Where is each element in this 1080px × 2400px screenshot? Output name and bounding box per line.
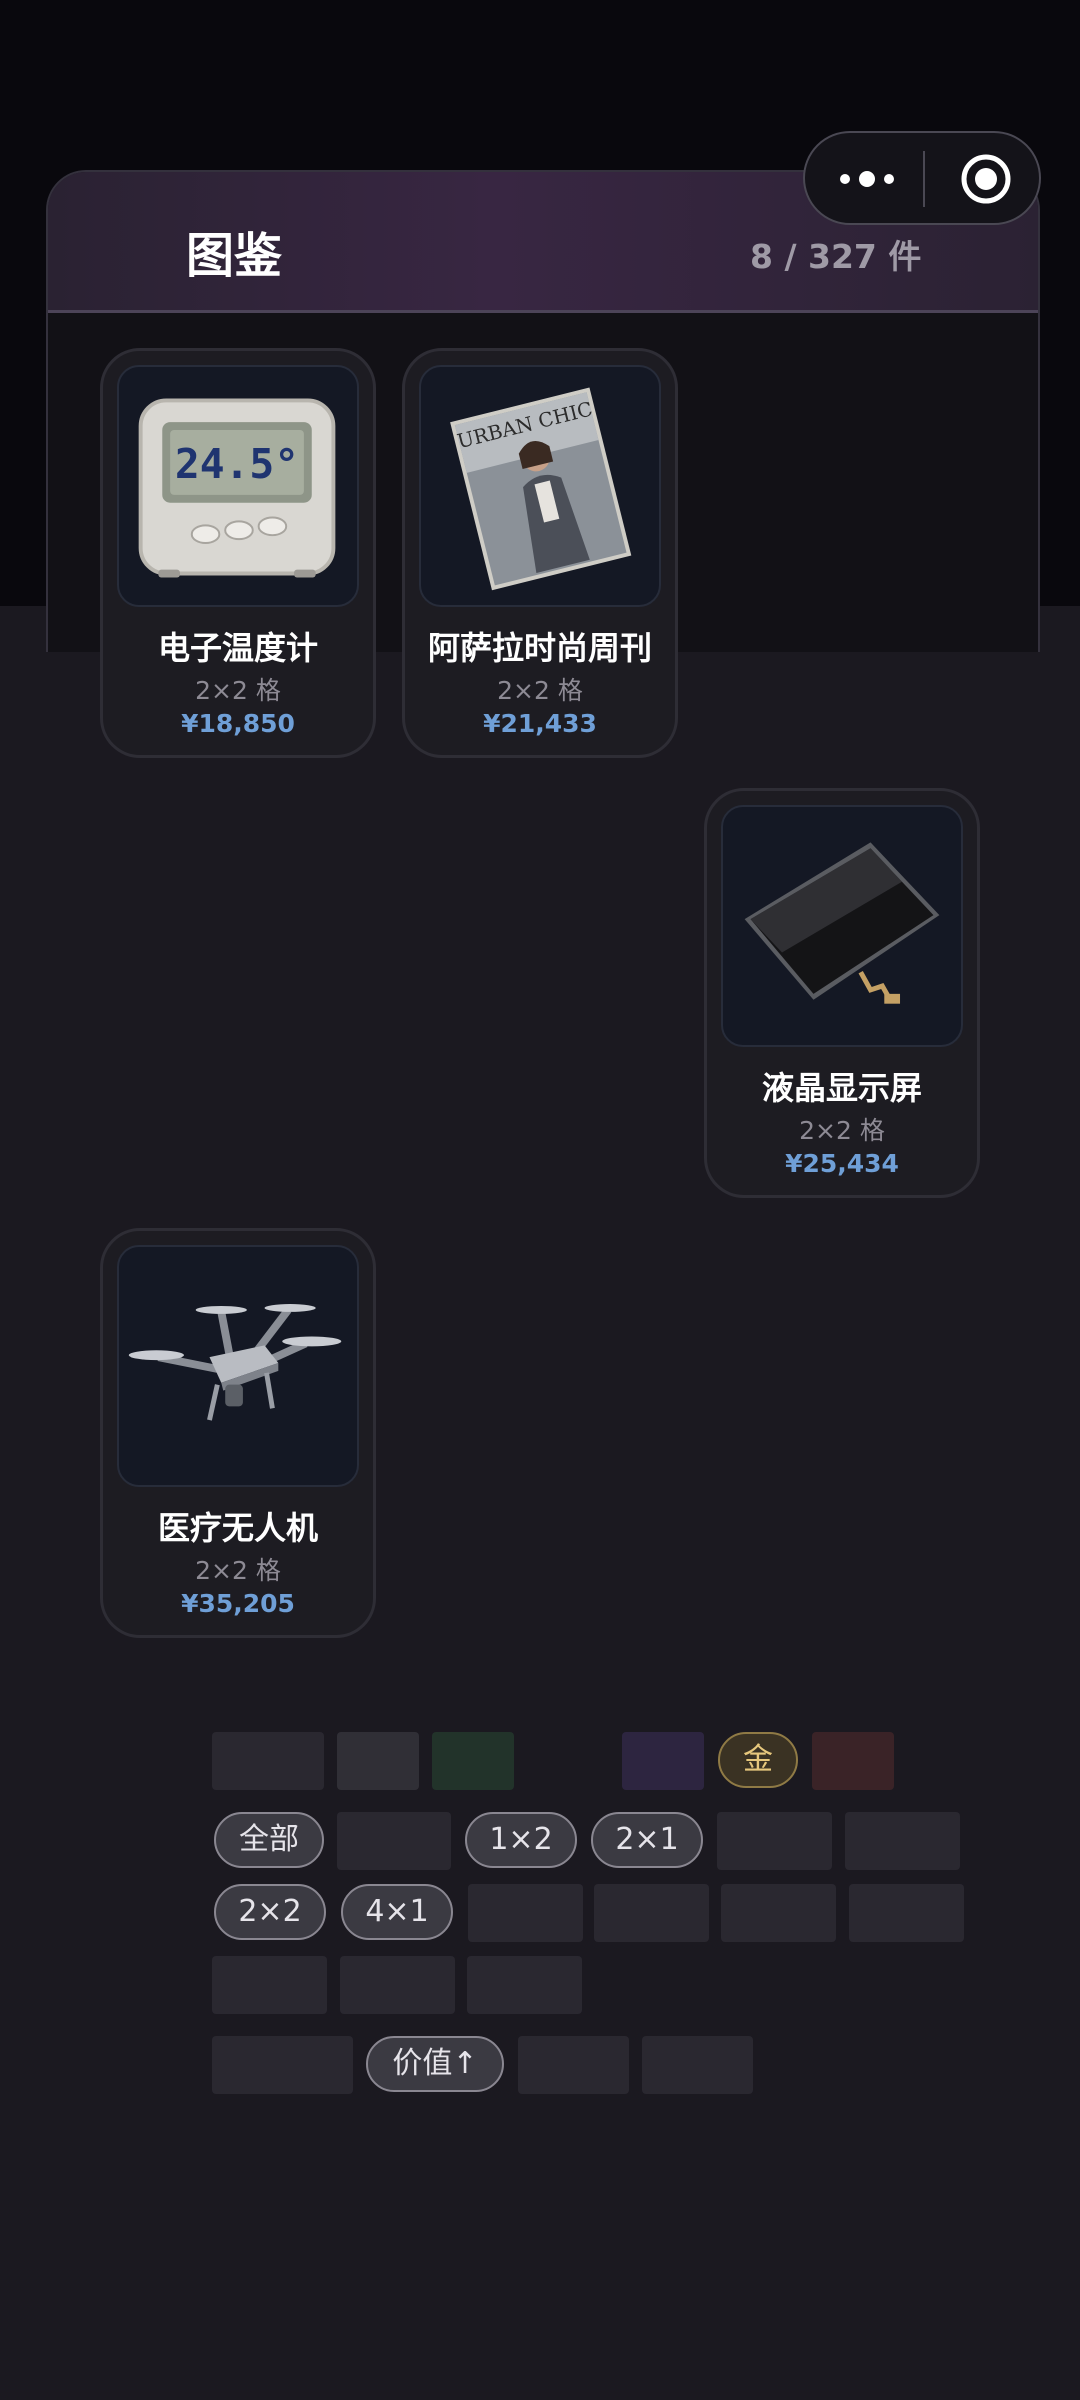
- item-card-lcd-screen[interactable]: 液晶显示屏 2×2 格 ¥25,434: [704, 788, 980, 1198]
- sort-option-placeholder[interactable]: [518, 2036, 629, 2094]
- capsule-divider: [923, 151, 925, 207]
- item-size: 2×2 格: [799, 1116, 885, 1145]
- item-name: 医疗无人机: [157, 1509, 318, 1547]
- item-name: 液晶显示屏: [761, 1069, 922, 1107]
- item-size: 2×2 格: [497, 676, 583, 705]
- size-filter-4x1[interactable]: 4×1: [341, 1884, 453, 1940]
- collection-count: 8 / 327 件: [750, 237, 922, 276]
- magazine-image: URBAN CHIC: [419, 365, 661, 607]
- size-filter-placeholder[interactable]: [845, 1812, 960, 1870]
- drone-image: [117, 1245, 359, 1487]
- item-card-magazine[interactable]: URBAN CHIC 阿萨拉时尚周刊 2×2 格 ¥21,433: [402, 348, 678, 758]
- mini-program-capsule: [803, 131, 1041, 225]
- size-filter-placeholder[interactable]: [468, 1884, 583, 1942]
- thermometer-display: 24.5°: [175, 440, 299, 488]
- size-filter-placeholder[interactable]: [337, 1812, 451, 1870]
- size-filter-all[interactable]: 全部: [214, 1812, 324, 1868]
- item-name: 阿萨拉时尚周刊: [427, 629, 652, 667]
- thermometer-image: 24.5°: [117, 365, 359, 607]
- size-filter-placeholder[interactable]: [594, 1884, 709, 1942]
- item-card-thermometer[interactable]: 24.5° 电子温度计 2×2 格 ¥18,850: [100, 348, 376, 758]
- size-filter-2x2[interactable]: 2×2: [214, 1884, 326, 1940]
- item-price: ¥35,205: [181, 1589, 295, 1618]
- item-price: ¥18,850: [181, 709, 295, 738]
- quality-filter-green[interactable]: [432, 1732, 514, 1790]
- sort-by-value-asc[interactable]: 价值↑: [366, 2036, 504, 2092]
- page-title: 图鉴: [186, 228, 283, 284]
- more-dots-icon[interactable]: [837, 159, 897, 199]
- quality-filter-gold[interactable]: 金: [718, 1732, 798, 1788]
- sort-option-placeholder[interactable]: [212, 2036, 353, 2094]
- size-filter-placeholder[interactable]: [721, 1884, 836, 1942]
- sort-option-placeholder[interactable]: [642, 2036, 753, 2094]
- quality-filter-purple[interactable]: [622, 1732, 704, 1790]
- item-size: 2×2 格: [195, 676, 281, 705]
- size-filter-1x2[interactable]: 1×2: [465, 1812, 577, 1868]
- item-name: 电子温度计: [157, 629, 318, 667]
- size-filter-placeholder[interactable]: [340, 1956, 455, 2014]
- item-size: 2×2 格: [195, 1556, 281, 1585]
- quality-filter-white[interactable]: [337, 1732, 419, 1790]
- size-filter-placeholder[interactable]: [717, 1812, 832, 1870]
- size-filter-placeholder[interactable]: [467, 1956, 582, 2014]
- item-card-drone[interactable]: 医疗无人机 2×2 格 ¥35,205: [100, 1228, 376, 1638]
- quality-filter-red[interactable]: [812, 1732, 894, 1790]
- lcd-screen-image: [721, 805, 963, 1047]
- quality-filter-placeholder[interactable]: [212, 1732, 324, 1790]
- size-filter-2x1[interactable]: 2×1: [591, 1812, 703, 1868]
- size-filter-placeholder[interactable]: [849, 1884, 964, 1942]
- item-price: ¥25,434: [785, 1149, 899, 1178]
- target-icon[interactable]: [960, 153, 1012, 205]
- item-price: ¥21,433: [483, 709, 597, 738]
- size-filter-placeholder[interactable]: [212, 1956, 327, 2014]
